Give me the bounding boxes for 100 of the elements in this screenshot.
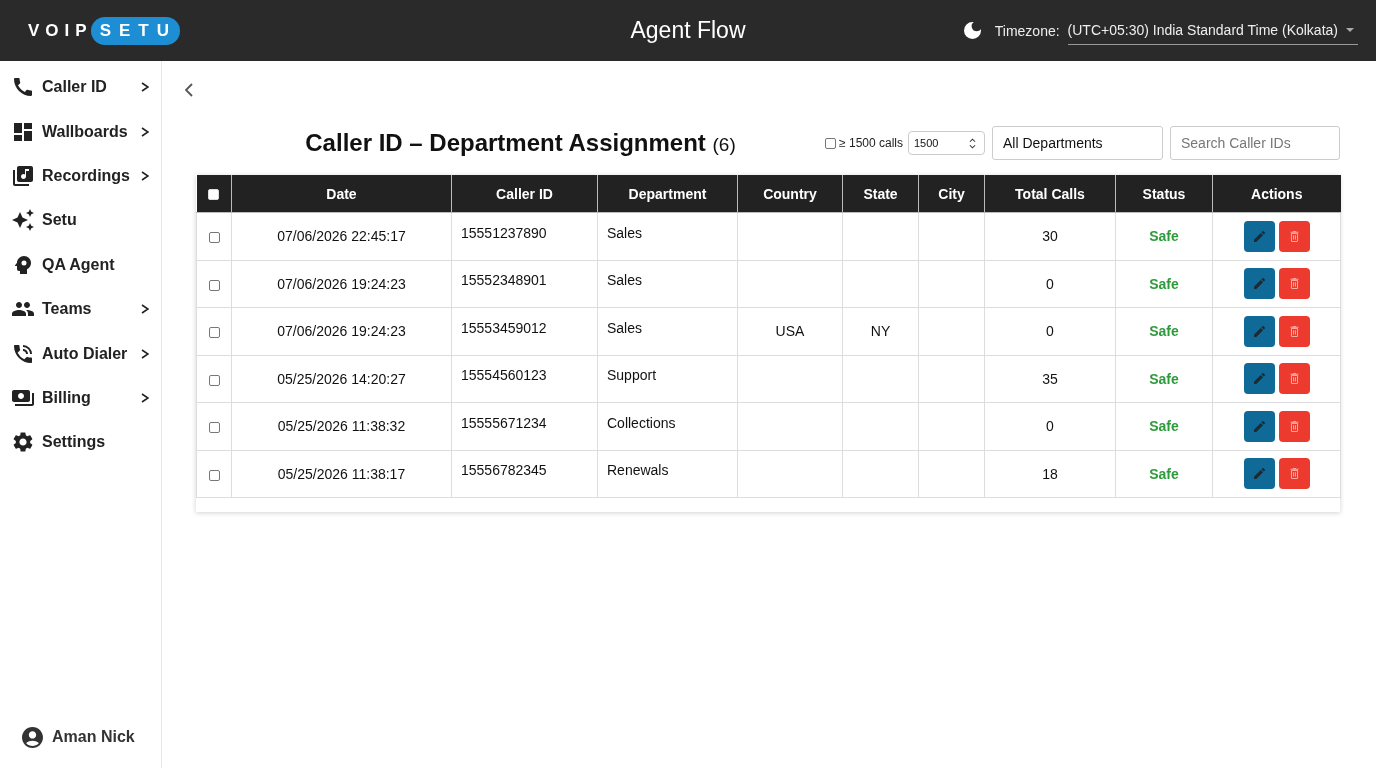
trash-icon (1288, 373, 1300, 385)
table-cell: 15551237890 (451, 212, 598, 260)
column-header: Date (231, 175, 452, 213)
sidebar-item[interactable]: Wallboards (0, 109, 161, 154)
table-cell: 0 (984, 260, 1116, 308)
account-icon (22, 726, 43, 748)
table-cell: 15553459012 (451, 307, 598, 355)
sidebar-item[interactable]: Caller ID (0, 65, 161, 110)
edit-button[interactable] (1243, 410, 1275, 442)
row-checkbox[interactable] (208, 279, 220, 291)
trash-icon (1288, 325, 1300, 337)
table-cell: Support (597, 355, 738, 403)
row-checkbox[interactable] (208, 422, 220, 434)
table-cell: 15555671234 (451, 402, 598, 450)
settings-icon (12, 431, 34, 454)
table-cell: 07/06/2026 19:24:23 (231, 307, 452, 355)
caret-icon (1346, 28, 1354, 32)
table-cell: Renewals (597, 450, 738, 498)
status-text: Safe (1149, 465, 1179, 482)
music-library-icon (12, 164, 34, 187)
phone-icon (12, 76, 34, 99)
sparkle-icon (12, 209, 34, 232)
table-cell: Collections (597, 402, 738, 450)
row-checkbox[interactable] (208, 469, 220, 481)
table-cell: 15552348901 (451, 260, 598, 308)
status-text: Safe (1149, 275, 1179, 292)
row-checkbox[interactable] (208, 327, 220, 339)
table-cell: 0 (984, 307, 1116, 355)
table-cell: 0 (984, 402, 1116, 450)
table-cell: Sales (597, 260, 738, 308)
min-calls-checkbox[interactable] (825, 137, 837, 149)
spinner-icon (969, 137, 976, 149)
search-field[interactable]: Search Caller IDs (1170, 126, 1340, 160)
timezone-label: Timezone: (994, 22, 1060, 39)
edit-button[interactable] (1243, 268, 1275, 300)
sidebar-item[interactable]: Settings (0, 420, 161, 465)
table-cell: 18 (984, 450, 1116, 498)
pencil-icon (1253, 420, 1265, 432)
table-cell: 07/06/2026 22:45:17 (231, 212, 452, 260)
edit-button[interactable] (1243, 315, 1275, 347)
moon-icon[interactable] (963, 22, 981, 39)
table-cell: NY (842, 307, 919, 355)
table-cell: 07/06/2026 19:24:23 (231, 260, 452, 308)
sidebar-item[interactable]: Setu (0, 198, 161, 243)
column-header: Caller ID (451, 175, 598, 213)
pencil-icon (1253, 325, 1265, 337)
chevron-left-icon (185, 83, 193, 97)
table-cell: USA (737, 307, 843, 355)
sidebar-item[interactable]: Teams (0, 286, 161, 332)
edit-button[interactable] (1243, 220, 1275, 252)
page-title: Caller ID – Department Assignment (6) (304, 129, 737, 157)
pencil-icon (1253, 468, 1265, 480)
user-profile[interactable]: Aman Nick (0, 717, 161, 757)
select-all-checkbox[interactable] (208, 189, 220, 201)
delete-button[interactable] (1278, 315, 1310, 347)
delete-button[interactable] (1278, 458, 1310, 490)
table-cell: 35 (984, 355, 1116, 403)
trash-icon (1288, 278, 1300, 290)
column-header: Department (597, 175, 738, 213)
head-gear-icon (12, 253, 34, 276)
sidebar-item[interactable]: Billing (0, 375, 161, 421)
delete-button[interactable] (1278, 220, 1310, 252)
sidebar-item[interactable]: Recordings (0, 153, 161, 199)
column-header: City (918, 175, 985, 213)
table-cell: 15554560123 (451, 355, 598, 403)
trash-icon (1288, 420, 1300, 432)
trash-icon (1288, 230, 1300, 242)
row-checkbox[interactable] (208, 232, 220, 244)
logo: VOIP SETU (28, 16, 180, 45)
status-text: Safe (1149, 228, 1179, 245)
status-text: Safe (1149, 370, 1179, 387)
min-calls-field[interactable]: 1500 (908, 131, 985, 155)
row-checkbox[interactable] (208, 374, 220, 386)
status-text: Safe (1149, 418, 1179, 435)
pencil-icon (1253, 373, 1265, 385)
delete-button[interactable] (1278, 363, 1310, 395)
table-cell: 05/25/2026 14:20:27 (231, 355, 452, 403)
sidebar-item[interactable]: Auto Dialer (0, 331, 161, 376)
table-cell: 05/25/2026 11:38:17 (231, 450, 452, 498)
column-header: Actions (1212, 175, 1341, 213)
edit-button[interactable] (1243, 363, 1275, 395)
column-header: Total Calls (984, 175, 1116, 213)
dashboard-icon (12, 120, 34, 143)
table-cell: 30 (984, 212, 1116, 260)
column-header: State (842, 175, 919, 213)
pencil-icon (1253, 230, 1265, 242)
table-cell: Sales (597, 212, 738, 260)
column-header: Country (737, 175, 843, 213)
timezone-select[interactable]: (UTC+05:30) India Standard Time (Kolkata) (1067, 16, 1358, 45)
sidebar-item[interactable]: QA Agent (0, 242, 161, 287)
phone-ringing-icon (12, 342, 34, 365)
min-calls-label: ≥ 1500 calls (839, 136, 903, 150)
delete-button[interactable] (1278, 268, 1310, 300)
status-text: Safe (1149, 323, 1179, 340)
pencil-icon (1253, 278, 1265, 290)
table-cell: 15556782345 (451, 450, 598, 498)
delete-button[interactable] (1278, 410, 1310, 442)
table-cell: 05/25/2026 11:38:32 (231, 402, 452, 450)
edit-button[interactable] (1243, 458, 1275, 490)
department-select[interactable]: All Departments (992, 126, 1163, 160)
